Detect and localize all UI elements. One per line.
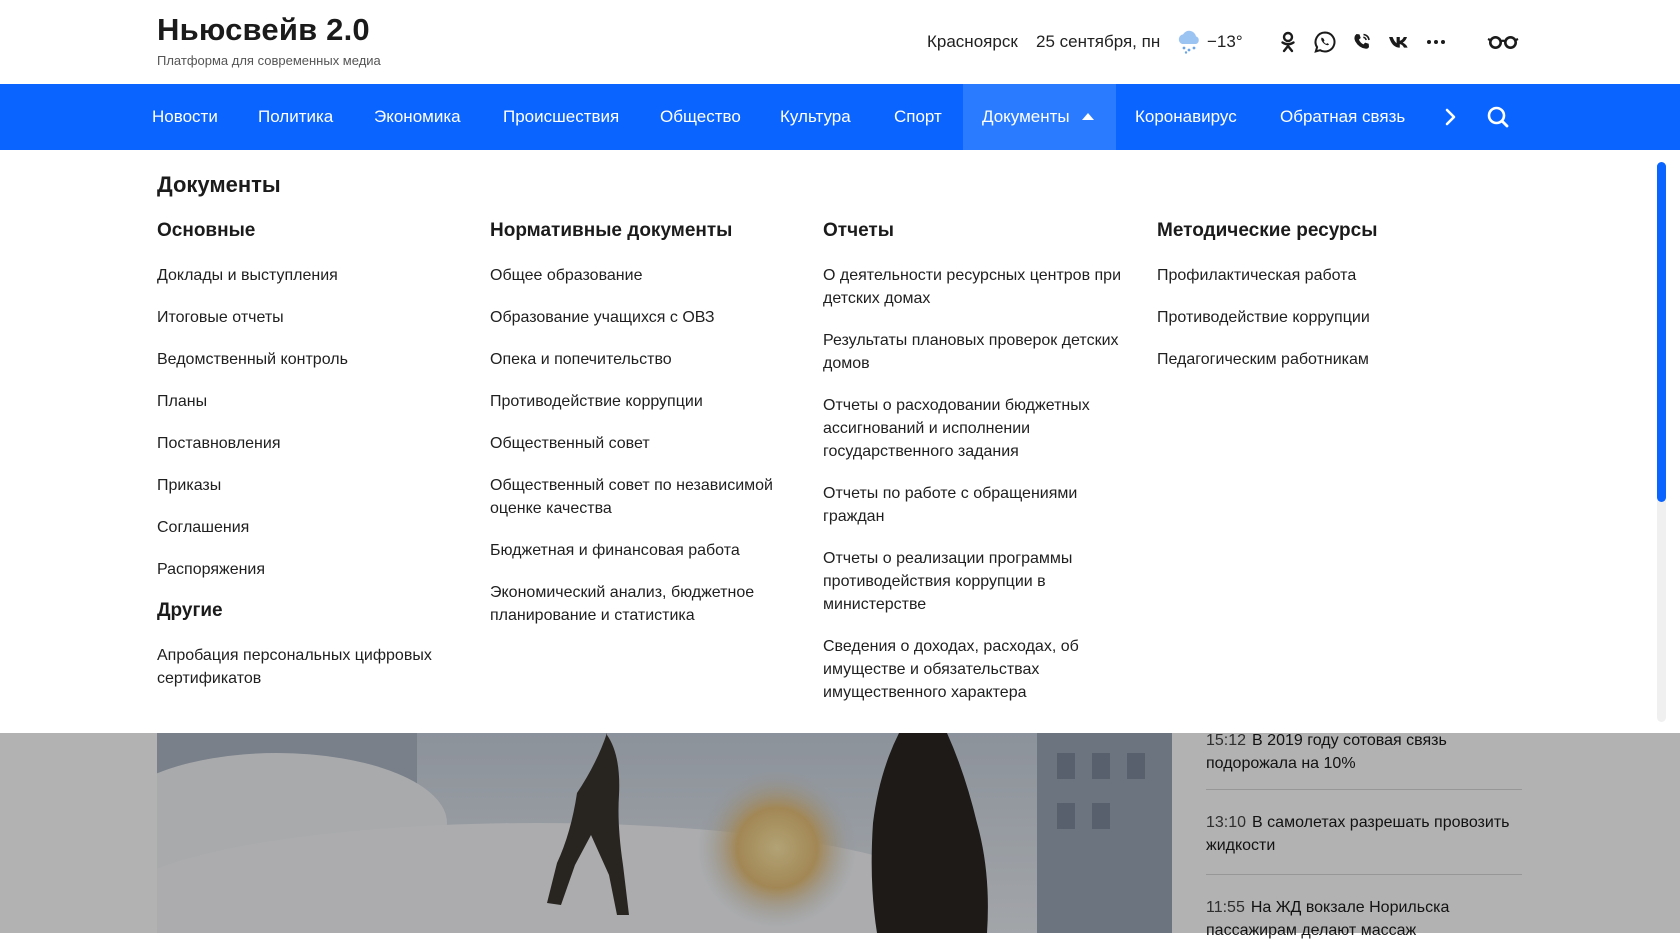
nav-item-feedback[interactable]: Обратная связь [1280, 84, 1405, 150]
column-heading: Нормативные документы [490, 220, 733, 241]
nav-item-economy[interactable]: Экономика [374, 84, 461, 150]
menu-link[interactable]: Педагогическим работникам [1157, 348, 1457, 371]
menu-link[interactable]: О деятельности ресурсных центров при дет… [823, 264, 1123, 310]
column-heading: Основные [157, 220, 256, 241]
nav-item-society[interactable]: Общество [660, 84, 741, 150]
menu-link[interactable]: Бюджетная и финансовая работа [490, 539, 805, 562]
column-list: Профилактическая работа Противодействие … [1157, 264, 1457, 371]
menu-link[interactable]: Противодействие коррупции [490, 390, 805, 413]
chevron-right-icon[interactable] [1436, 103, 1464, 131]
mega-menu-title: Документы [157, 172, 281, 197]
column-list: Доклады и выступления Итоговые отчеты Ве… [157, 264, 467, 581]
nav-item-documents[interactable]: Документы [963, 84, 1116, 150]
menu-link[interactable]: Общественный совет по независимой оценке… [490, 474, 805, 520]
column-list-other: Апробация персональных цифровых сертифик… [157, 644, 457, 690]
column-heading: Методические ресурсы [1157, 220, 1378, 241]
menu-link[interactable]: Поставновления [157, 432, 467, 455]
site-logo-subtitle: Платформа для современных медиа [157, 53, 381, 68]
nav-item-culture[interactable]: Культура [780, 84, 851, 150]
accessibility-glasses-icon[interactable] [1487, 30, 1519, 54]
temperature: −13° [1207, 32, 1243, 51]
menu-link[interactable]: Профилактическая работа [1157, 264, 1457, 287]
mega-column-normative: Нормативные документы Общее образование … [490, 220, 805, 646]
mega-column-methodical: Методические ресурсы Профилактическая ра… [1157, 220, 1457, 390]
nav-item-incidents[interactable]: Происшествия [503, 84, 619, 150]
nav-item-coronavirus[interactable]: Коронавирус [1135, 84, 1237, 150]
mega-menu-scroll-thumb[interactable] [1657, 162, 1666, 502]
mega-column-reports: Отчеты О деятельности ресурсных центров … [823, 220, 1123, 723]
menu-link[interactable]: Отчеты о реализации программы противодей… [823, 547, 1123, 616]
mega-column-main: Основные Доклады и выступления Итоговые … [157, 220, 467, 709]
menu-link[interactable]: Итоговые отчеты [157, 306, 467, 329]
caret-up-icon [1081, 113, 1094, 120]
snow-cloud-icon [1176, 30, 1202, 54]
menu-link[interactable]: Апробация персональных цифровых сертифик… [157, 644, 457, 690]
current-date: 25 сентября, пн [1036, 32, 1161, 51]
vk-icon[interactable] [1387, 30, 1411, 54]
menu-link[interactable]: Отчеты о расходовании бюджетных ассигнов… [823, 394, 1123, 463]
menu-link[interactable]: Противодействие коррупции [1157, 306, 1457, 329]
menu-link[interactable]: Отчеты по работе с обращениями граждан [823, 482, 1123, 528]
documents-mega-menu: Документы Основные Доклады и выступления… [0, 150, 1680, 733]
column-heading: Отчеты [823, 220, 894, 241]
menu-link[interactable]: Приказы [157, 474, 467, 497]
viber-icon[interactable] [1350, 30, 1374, 54]
site-header: Ньюсвейв 2.0 Платформа для современных м… [0, 0, 1680, 84]
whatsapp-icon[interactable] [1313, 30, 1337, 54]
backdrop-overlay[interactable] [0, 733, 1680, 933]
site-logo-title[interactable]: Ньюсвейв 2.0 [157, 12, 370, 48]
main-nav: Новости Политика Экономика Происшествия … [0, 84, 1680, 150]
menu-link[interactable]: Ведомственный контроль [157, 348, 467, 371]
nav-item-sport[interactable]: Спорт [894, 84, 942, 150]
nav-item-documents-label: Документы [982, 107, 1070, 126]
nav-item-politics[interactable]: Политика [258, 84, 333, 150]
nav-item-news[interactable]: Новости [152, 84, 218, 150]
column-list: Общее образование Образование учащихся с… [490, 264, 805, 627]
column-list: О деятельности ресурсных центров при дет… [823, 264, 1123, 704]
menu-link[interactable]: Экономический анализ, бюджетное планиров… [490, 581, 805, 627]
more-dots-icon[interactable] [1424, 30, 1448, 54]
menu-link[interactable]: Сведения о доходах, расходах, об имущест… [823, 635, 1123, 704]
column-heading-other: Другие [157, 600, 223, 621]
city-selector[interactable]: Красноярск [927, 32, 1018, 52]
menu-link[interactable]: Результаты плановых проверок детских дом… [823, 329, 1123, 375]
menu-link[interactable]: Доклады и выступления [157, 264, 467, 287]
odnoklassniki-icon[interactable] [1276, 30, 1300, 54]
search-icon[interactable] [1484, 103, 1512, 131]
menu-link[interactable]: Распоряжения [157, 558, 467, 581]
menu-link[interactable]: Общественный совет [490, 432, 805, 455]
menu-link[interactable]: Планы [157, 390, 467, 413]
menu-link[interactable]: Общее образование [490, 264, 805, 287]
menu-link[interactable]: Соглашения [157, 516, 467, 539]
menu-link[interactable]: Опека и попечительство [490, 348, 805, 371]
menu-link[interactable]: Образование учащихся с ОВЗ [490, 306, 805, 329]
